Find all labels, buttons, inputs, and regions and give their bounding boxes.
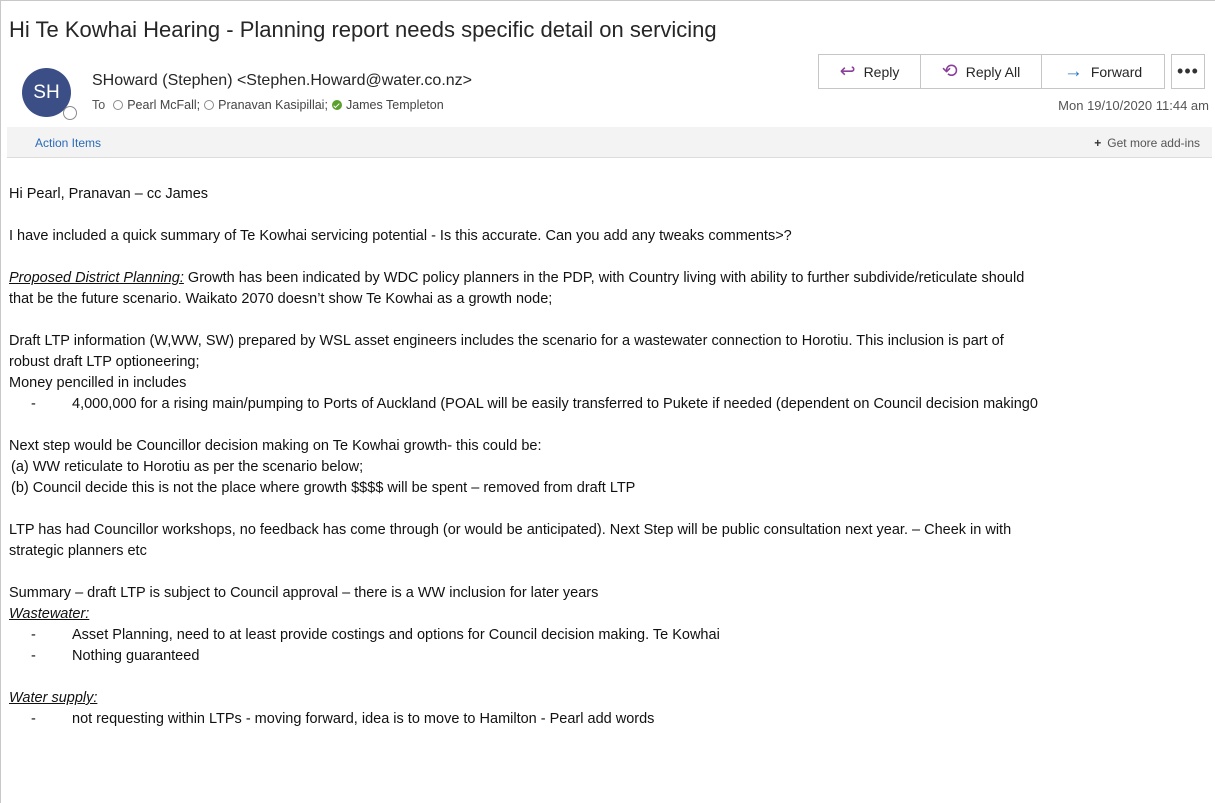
- reply-button[interactable]: ↩ Reply: [818, 54, 921, 89]
- more-actions-button[interactable]: •••: [1171, 54, 1205, 89]
- avatar-presence-indicator: [63, 106, 77, 120]
- summary-line: Summary – draft LTP is subject to Counci…: [9, 585, 599, 601]
- bullet-dash: -: [31, 627, 36, 643]
- workshop-paragraph-cont: strategic planners etc: [9, 543, 147, 559]
- sender-name[interactable]: SHoward (Stephen) <Stephen.Howard@water.…: [92, 72, 472, 90]
- water-heading: Water supply:: [9, 690, 98, 706]
- forward-label: Forward: [1090, 63, 1143, 80]
- wastewater-heading: Wastewater:: [9, 606, 90, 622]
- bullet-dash: -: [31, 648, 36, 664]
- money-bullet: 4,000,000 for a rising main/pumping to P…: [72, 396, 1038, 412]
- reply-all-button[interactable]: ⟲ Reply All: [920, 54, 1042, 89]
- plus-icon: +: [1094, 136, 1102, 150]
- forward-button[interactable]: → Forward: [1041, 54, 1165, 89]
- to-label: To: [92, 98, 106, 112]
- get-more-addins-label: Get more add-ins: [1107, 136, 1200, 150]
- email-reading-pane: Hi Te Kowhai Hearing - Planning report n…: [0, 0, 1215, 803]
- recipients-line: To Pearl McFall; Pranavan Kasipillai; Ja…: [92, 98, 448, 112]
- list-item: - 4,000,000 for a rising main/pumping to …: [9, 394, 1209, 415]
- message-actions-toolbar: ↩ Reply ⟲ Reply All → Forward: [818, 54, 1165, 89]
- sent-date: Mon 19/10/2020 11:44 am: [1058, 98, 1209, 113]
- bullet-dash: -: [31, 396, 36, 412]
- reply-label: Reply: [863, 63, 900, 80]
- recipient-james[interactable]: James Templeton: [346, 98, 444, 112]
- bullet-dash: -: [31, 711, 36, 727]
- reply-all-label: Reply All: [965, 63, 1021, 80]
- pdp-text: Growth has been indicated by WDC policy …: [183, 270, 1025, 286]
- action-items-link[interactable]: Action Items: [35, 136, 101, 150]
- list-item: - Asset Planning, need to at least provid…: [9, 625, 1209, 646]
- greeting: Hi Pearl, Pranavan – cc James: [9, 186, 209, 202]
- pdp-heading: Proposed District Planning:: [9, 270, 184, 286]
- presence-offline-icon: [113, 100, 124, 110]
- recipient-pranavan[interactable]: Pranavan Kasipillai;: [218, 98, 328, 112]
- reply-all-arrow-icon: ⟲: [941, 61, 958, 82]
- pdp-paragraph-cont: that be the future scenario. Waikato 207…: [9, 291, 553, 307]
- intro-paragraph: I have included a quick summary of Te Ko…: [9, 228, 792, 244]
- ltp-paragraph-cont: robust draft LTP optioneering;: [9, 354, 200, 370]
- get-more-addins-button[interactable]: + Get more add-ins: [1094, 136, 1200, 150]
- workshop-paragraph: LTP has had Councillor workshops, no fee…: [9, 522, 1012, 538]
- presence-available-icon: [331, 100, 342, 110]
- pdp-paragraph: Proposed District Planning: Growth has b…: [9, 268, 1209, 289]
- money-line: Money pencilled in includes: [9, 375, 187, 391]
- water-bullet-1: not requesting within LTPs - moving forw…: [72, 711, 655, 727]
- action-items-bar: Action Items + Get more add-ins: [7, 127, 1212, 158]
- reply-arrow-icon: ↩: [839, 61, 856, 82]
- wastewater-bullet-1: Asset Planning, need to at least provide…: [72, 627, 720, 643]
- option-a: (a) WW reticulate to Horotiu as per the …: [11, 459, 364, 475]
- wastewater-bullet-2: Nothing guaranteed: [72, 648, 200, 664]
- next-step-line: Next step would be Councillor decision m…: [9, 438, 542, 454]
- forward-arrow-icon: →: [1063, 61, 1083, 82]
- option-b: (b) Council decide this is not the place…: [11, 480, 636, 496]
- email-subject: Hi Te Kowhai Hearing - Planning report n…: [9, 17, 717, 42]
- presence-offline-icon: [204, 100, 215, 110]
- list-item: - not requesting within LTPs - moving for…: [9, 709, 1209, 730]
- avatar-initials: SH: [33, 81, 60, 103]
- ellipsis-icon: •••: [1177, 61, 1199, 81]
- recipient-pearl[interactable]: Pearl McFall;: [127, 98, 200, 112]
- ltp-paragraph: Draft LTP information (W,WW, SW) prepare…: [9, 333, 1004, 349]
- list-item: - Nothing guaranteed: [9, 646, 1209, 667]
- email-body: Hi Pearl, Pranavan – cc James I have inc…: [9, 184, 1209, 730]
